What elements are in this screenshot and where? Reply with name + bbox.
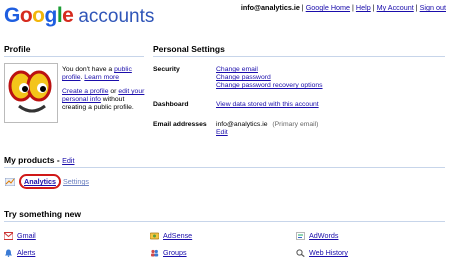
try-item-adsense[interactable]: AdSense bbox=[150, 231, 192, 240]
profile-text: You don't have a bbox=[62, 66, 115, 73]
try-item-gmail[interactable]: Gmail bbox=[4, 231, 36, 240]
product-analytics-row: Analytics Settings bbox=[5, 174, 89, 189]
try-something-new-title: Try something new bbox=[4, 209, 81, 219]
primary-email-note: (Primary email) bbox=[272, 121, 319, 128]
alerts-link[interactable]: Alerts bbox=[17, 248, 35, 257]
try-item-groups[interactable]: Groups bbox=[150, 248, 187, 257]
try-divider bbox=[4, 221, 445, 222]
email-addresses-label: Email addresses bbox=[153, 121, 207, 128]
logo-letter-g1: G bbox=[4, 4, 20, 27]
adwords-link[interactable]: AdWords bbox=[309, 231, 338, 240]
profile-divider bbox=[4, 56, 144, 57]
try-item-adwords[interactable]: AdWords bbox=[296, 231, 338, 240]
avatar-face-icon bbox=[8, 70, 52, 113]
try-item-web-history[interactable]: Web History bbox=[296, 248, 348, 257]
sign-out-link[interactable]: Sign out bbox=[420, 3, 446, 12]
profile-actions: Create a profile or edit your personal i… bbox=[62, 88, 148, 112]
adsense-link[interactable]: AdSense bbox=[163, 231, 192, 240]
user-email: info@analytics.ie bbox=[240, 3, 300, 12]
create-profile-link[interactable]: Create a profile bbox=[62, 88, 108, 95]
logo-letter-e: e bbox=[62, 4, 74, 27]
product-name: accounts bbox=[78, 6, 155, 27]
top-links: info@analytics.ie | Google Home | Help |… bbox=[240, 3, 446, 12]
view-data-link[interactable]: View data stored with this account bbox=[216, 101, 319, 109]
analytics-link[interactable]: Analytics bbox=[19, 174, 61, 189]
my-account-link[interactable]: My Account bbox=[377, 3, 414, 12]
adwords-icon bbox=[296, 231, 305, 240]
email-value: info@analytics.ie bbox=[216, 121, 268, 128]
google-home-link[interactable]: Google Home bbox=[306, 3, 350, 12]
my-products-label: My products bbox=[4, 155, 55, 165]
analytics-icon bbox=[5, 177, 15, 186]
try-item-alerts[interactable]: Alerts bbox=[4, 248, 35, 257]
change-email-link[interactable]: Change email bbox=[216, 66, 323, 74]
logo-letter-o1: o bbox=[19, 4, 33, 27]
dashboard-label: Dashboard bbox=[153, 101, 189, 108]
google-accounts-logo[interactable]: G o o g l e accounts bbox=[4, 4, 154, 30]
logo-letter-o2: o bbox=[32, 4, 45, 27]
avatar bbox=[4, 63, 58, 123]
email-edit-link[interactable]: Edit bbox=[216, 129, 318, 137]
learn-more-link[interactable]: Learn more bbox=[84, 74, 119, 81]
my-products-title: My products - Edit bbox=[4, 155, 74, 165]
web-history-icon bbox=[296, 248, 305, 257]
my-products-sep: - bbox=[54, 155, 63, 165]
personal-settings-divider bbox=[153, 56, 445, 57]
email-address-block: info@analytics.ie (Primary email) Edit bbox=[216, 121, 318, 137]
change-password-link[interactable]: Change password bbox=[216, 74, 323, 82]
products-divider bbox=[4, 167, 445, 168]
products-edit-link[interactable]: Edit bbox=[62, 156, 74, 165]
personal-settings-title: Personal Settings bbox=[153, 44, 225, 54]
security-label: Security bbox=[153, 66, 180, 73]
logo-letter-g2: g bbox=[44, 4, 58, 27]
security-links: Change email Change password Change pass… bbox=[216, 66, 323, 90]
web-history-link[interactable]: Web History bbox=[309, 248, 348, 257]
gmail-icon bbox=[4, 231, 13, 240]
change-recovery-link[interactable]: Change password recovery options bbox=[216, 82, 323, 90]
profile-title: Profile bbox=[4, 44, 31, 54]
groups-icon bbox=[151, 249, 159, 256]
profile-or-text: or bbox=[108, 88, 119, 95]
alerts-icon bbox=[5, 249, 12, 257]
adsense-icon bbox=[150, 232, 159, 239]
gmail-link[interactable]: Gmail bbox=[17, 231, 36, 240]
help-link[interactable]: Help bbox=[356, 3, 371, 12]
analytics-settings-link[interactable]: Settings bbox=[63, 177, 89, 186]
profile-description: You don't have a public profile. Learn m… bbox=[62, 66, 148, 82]
groups-link[interactable]: Groups bbox=[163, 248, 187, 257]
